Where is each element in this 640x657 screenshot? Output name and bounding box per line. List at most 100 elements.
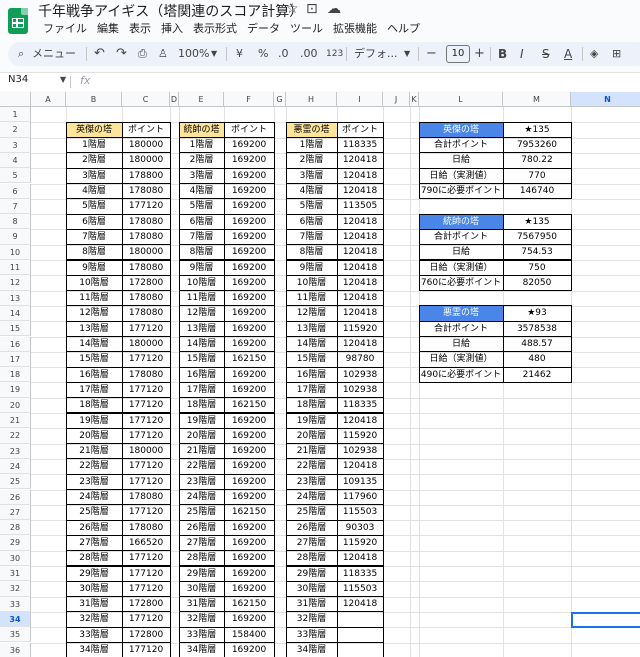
selected-cell-n34[interactable] [571,611,640,629]
hero-floor-cell[interactable]: 20階層 [65,427,123,445]
evil-points-cell[interactable]: 120418 [336,458,384,475]
commander-floor-cell[interactable]: 19階層 [178,412,225,429]
row-header[interactable]: 36 [0,642,31,657]
evil-points-cell[interactable]: 120418 [336,596,384,613]
commander-floor-cell[interactable]: 29階層 [178,565,225,582]
summary-value[interactable]: 488.57 [502,336,572,353]
evil-points-cell[interactable]: 120418 [336,274,384,292]
commander-points-cell[interactable]: 158400 [223,626,275,643]
evil-points-cell[interactable]: 115503 [336,580,384,598]
evil-floor-cell[interactable]: 27階層 [285,534,338,552]
row-header[interactable]: 22 [0,428,31,444]
commander-floor-cell[interactable]: 7階層 [178,228,225,246]
hero-points-cell[interactable]: 177120 [121,473,171,490]
hero-points-cell[interactable]: 178080 [121,519,171,536]
evil-points-cell[interactable]: 120418 [336,183,384,200]
commander-floor-cell[interactable]: 4階層 [178,183,225,200]
evil-points-cell[interactable]: 113505 [336,198,384,215]
row-header[interactable]: 13 [0,290,31,306]
commander-points-cell[interactable]: 169200 [223,290,275,307]
menu-item[interactable]: 表示 [124,21,156,39]
hero-floor-cell[interactable]: 32階層 [65,611,123,628]
evil-floor-cell[interactable]: 3階層 [285,167,338,184]
summary-value[interactable]: 82050 [502,274,572,292]
evil-points-header[interactable]: ポイント [336,121,384,139]
hero-points-cell[interactable]: 177120 [121,565,171,582]
hero-points-cell[interactable]: 177120 [121,427,171,445]
commander-floor-cell[interactable]: 32階層 [178,611,225,628]
summary-stars[interactable]: ★93 [502,305,572,322]
hero-points-cell[interactable]: 177120 [121,397,171,414]
commander-points-cell[interactable]: 169200 [223,228,275,246]
evil-points-cell[interactable]: 118335 [336,397,384,414]
column-header-j[interactable]: J [383,92,410,107]
row-header[interactable]: 31 [0,566,31,582]
menu-item[interactable]: 表示形式 [188,21,242,39]
column-header-m[interactable]: M [503,92,571,107]
evil-floor-cell[interactable]: 28階層 [285,550,338,567]
evil-points-cell[interactable]: 90303 [336,519,384,536]
commander-floor-cell[interactable]: 5階層 [178,198,225,215]
hero-points-cell[interactable]: 172800 [121,274,171,292]
column-header-g[interactable]: G [274,92,286,107]
hero-points-cell[interactable]: 177120 [121,458,171,475]
evil-points-cell[interactable]: 102938 [336,443,384,460]
row-header[interactable]: 12 [0,275,31,291]
row-header[interactable]: 14 [0,305,31,322]
commander-points-cell[interactable]: 169200 [223,427,275,445]
commander-floor-cell[interactable]: 23階層 [178,473,225,490]
hero-points-cell[interactable]: 178080 [121,228,171,246]
summary-label[interactable]: 760に必要ポイント [418,274,504,292]
evil-points-cell[interactable]: 98780 [336,351,384,368]
search-icon[interactable]: ⌕ [18,42,24,66]
star-icon[interactable]: ☆ [286,1,299,17]
summary-stars[interactable]: ★135 [502,213,572,230]
row-header[interactable]: 7 [0,198,31,215]
commander-points-cell[interactable]: 169200 [223,183,275,200]
commander-points-cell[interactable]: 169200 [223,366,275,383]
move-to-folder-icon[interactable]: ⊡ [306,1,318,17]
hero-floor-cell[interactable]: 29階層 [65,565,123,582]
commander-floor-cell[interactable]: 25階層 [178,504,225,521]
chevron-down-icon[interactable]: ▼ [60,75,66,84]
summary-value[interactable]: 3578538 [502,320,572,337]
evil-points-cell[interactable]: 120418 [336,305,384,322]
hero-floor-cell[interactable]: 33階層 [65,626,123,643]
number-format-button[interactable]: 123 [326,42,343,66]
evil-floor-cell[interactable]: 6階層 [285,213,338,230]
commander-floor-cell[interactable]: 2階層 [178,152,225,169]
hero-floor-cell[interactable]: 10階層 [65,274,123,292]
evil-points-cell[interactable]: 120418 [336,412,384,429]
commander-floor-cell[interactable]: 26階層 [178,519,225,536]
italic-icon[interactable]: I [520,42,524,66]
evil-floor-cell[interactable]: 33階層 [285,626,338,643]
evil-floor-cell[interactable]: 30階層 [285,580,338,598]
hero-points-cell[interactable]: 166520 [121,534,171,552]
summary-label[interactable]: 合計ポイント [418,228,504,246]
hero-points-cell[interactable]: 178080 [121,290,171,307]
zoom-select[interactable]: 100% [178,42,209,66]
evil-floor-cell[interactable]: 17階層 [285,381,338,399]
row-header[interactable]: 15 [0,321,31,337]
evil-points-cell[interactable]: 120418 [336,290,384,307]
document-title[interactable]: 千年戦争アイギス（塔関連のスコア計算） [38,1,303,21]
row-header[interactable]: 33 [0,596,31,612]
hero-points-cell[interactable]: 172800 [121,626,171,643]
row-header[interactable]: 16 [0,336,31,352]
summary-value[interactable]: 7953260 [502,137,572,154]
hero-points-cell[interactable]: 178080 [121,259,171,276]
hero-points-cell[interactable]: 180000 [121,336,171,353]
hero-points-cell[interactable]: 177120 [121,504,171,521]
column-header-h[interactable]: H [286,92,337,107]
hero-floor-cell[interactable]: 22階層 [65,458,123,475]
hero-floor-cell[interactable]: 34階層 [65,642,123,657]
evil-points-cell[interactable]: 120418 [336,213,384,230]
row-header[interactable]: 28 [0,520,31,536]
column-header-n[interactable]: N [571,92,640,107]
evil-points-cell[interactable]: 109135 [336,473,384,490]
evil-floor-cell[interactable]: 5階層 [285,198,338,215]
evil-points-cell[interactable]: 102938 [336,381,384,399]
commander-points-cell[interactable]: 169200 [223,274,275,292]
evil-points-cell[interactable]: 120418 [336,228,384,246]
strikethrough-icon[interactable]: S [542,42,550,66]
